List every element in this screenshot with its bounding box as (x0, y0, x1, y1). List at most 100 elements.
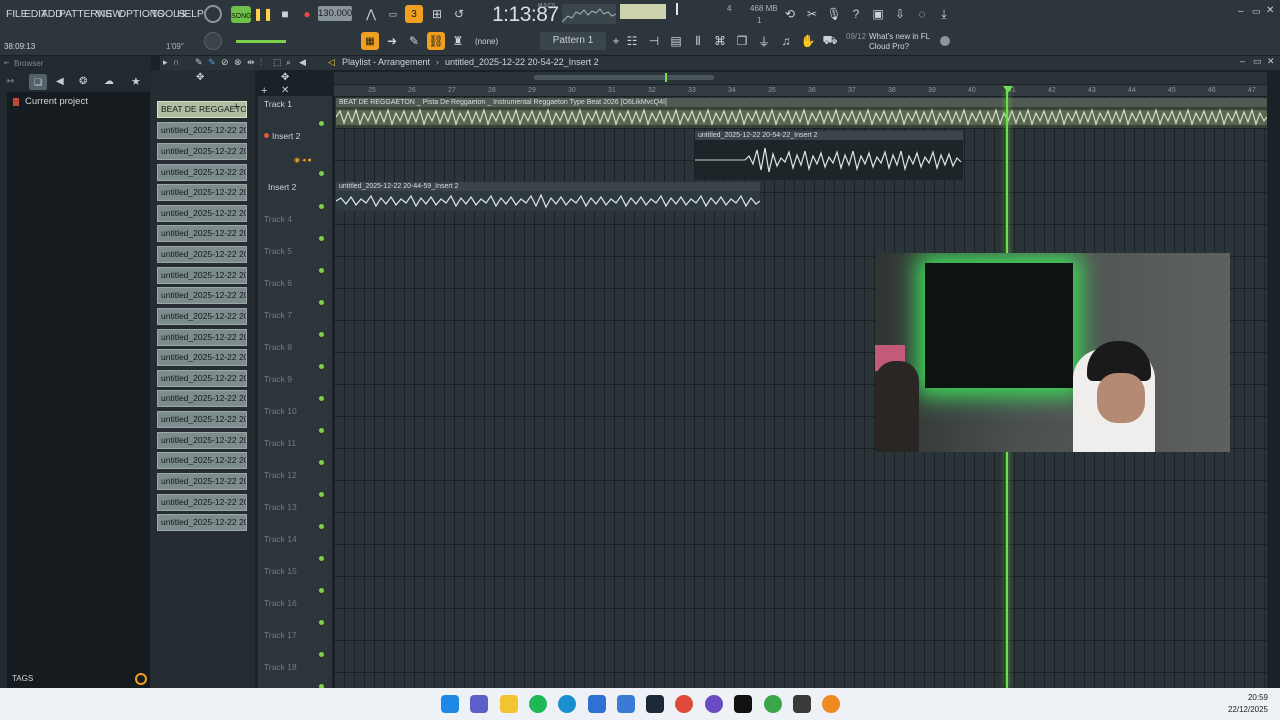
teams-icon[interactable] (470, 695, 488, 713)
wait-input-icon[interactable]: ▭ (384, 5, 402, 23)
track-enable-dot[interactable] (319, 396, 324, 401)
blend-notes-icon[interactable]: ⊞ (428, 5, 446, 23)
track-enable-dot[interactable] (319, 524, 324, 529)
remove-track-icon[interactable]: ✕ (281, 85, 289, 96)
clip-item[interactable]: untitled_2025-12-22 20-... (157, 329, 247, 346)
stamp-icon[interactable]: ♜ (449, 32, 467, 50)
pencil-icon[interactable]: ✎ (405, 32, 423, 50)
recording-knob-icon[interactable] (204, 5, 222, 23)
clip-item[interactable]: untitled_2025-12-22 20-... (157, 432, 247, 449)
clip-item[interactable]: untitled_2025-12-22 20-... (157, 164, 247, 181)
current-project-item[interactable]: Current project (25, 96, 88, 107)
scroll-thumb[interactable] (534, 75, 714, 80)
mute-tool-icon[interactable]: ⊗ (234, 57, 242, 68)
microphone-icon[interactable]: 🎙 (825, 5, 843, 23)
record-arm-icon[interactable] (264, 133, 269, 138)
playlist-icon[interactable]: ▦ (361, 32, 379, 50)
track-enable-dot[interactable] (319, 364, 324, 369)
mixer-icon[interactable]: ☷ (623, 32, 641, 50)
track-enable-dot[interactable] (319, 236, 324, 241)
track-label[interactable]: Track 5 (264, 246, 292, 256)
track-enable-dot[interactable] (319, 428, 324, 433)
faders-icon[interactable]: ⫴ (689, 32, 707, 50)
track-label[interactable]: Track 16 (264, 598, 297, 608)
clip-item[interactable]: untitled_2025-12-22 20-... (157, 514, 247, 531)
record-icon[interactable]: ● (298, 5, 316, 23)
clip-item[interactable]: untitled_2025-12-22 20-... (157, 267, 247, 284)
clip-item[interactable]: untitled_2025-12-22 20-... (157, 287, 247, 304)
loop-record-icon[interactable]: ↺ (450, 5, 468, 23)
files-icon[interactable]: ❏ (29, 74, 47, 90)
news-text[interactable]: What's new in FL Cloud Pro? (846, 32, 936, 52)
clip-item[interactable]: untitled_2025-12-22 20-... (157, 205, 247, 222)
master-volume-slider[interactable] (236, 40, 286, 43)
arrange-icon[interactable]: ✥ (196, 72, 204, 83)
clip-item[interactable]: untitled_2025-12-22 20-... (157, 184, 247, 201)
clip-item[interactable]: untitled_2025-12-22 20-... (157, 122, 247, 139)
track-enable-dot[interactable] (319, 121, 324, 126)
track-enable-dot[interactable] (319, 268, 324, 273)
speaker-icon[interactable]: ◀ (56, 76, 64, 87)
timeline-ruler[interactable]: 25 26 27 28 29 30 31 32 33 34 35 36 37 3… (334, 85, 1267, 96)
audio-clip-beat-waveform[interactable] (336, 107, 1267, 128)
clip-item[interactable]: untitled_2025-12-22 20-... (157, 246, 247, 263)
select-tool-icon[interactable]: ⬚ (273, 57, 282, 68)
metronome-icon[interactable]: ⋀ (362, 5, 380, 23)
track-enable-dot[interactable] (319, 300, 324, 305)
clip-item[interactable]: untitled_2025-12-22 20-... (157, 308, 247, 325)
steam-icon[interactable] (646, 695, 664, 713)
slip-tool-icon[interactable]: ⇹ (247, 57, 255, 68)
track-label[interactable]: Track 9 (264, 374, 292, 384)
spotify-icon[interactable] (529, 695, 547, 713)
chrome-profile-icon[interactable] (764, 695, 782, 713)
playhead-marker-icon[interactable] (1003, 86, 1013, 93)
track-label[interactable]: Track 18 (264, 662, 297, 672)
minimize-icon[interactable]: – (1238, 6, 1244, 17)
clip-item[interactable]: untitled_2025-12-22 20-... (157, 143, 247, 160)
slice-tool-icon[interactable]: ⫶ (260, 57, 262, 68)
track-monitor-icon[interactable]: ◉ ◂ ● (294, 156, 312, 164)
clip-item[interactable]: untitled_2025-12-22 20-... (157, 494, 247, 511)
help-icon[interactable]: ? (847, 5, 865, 23)
plugin-icon[interactable]: ❂ (79, 76, 87, 87)
clip-item[interactable]: untitled_2025-12-22 20-... (157, 225, 247, 242)
track-label[interactable]: Track 10 (264, 406, 297, 416)
track-label[interactable]: Track 13 (264, 502, 297, 512)
channel-rack-icon[interactable]: ⊣ (645, 32, 663, 50)
horizontal-scrollbar[interactable] (334, 72, 1267, 84)
tempo-display[interactable]: 130.000 (318, 6, 352, 21)
tree-icon[interactable]: ⌘ (711, 32, 729, 50)
audio-clip-insert-a-waveform[interactable] (695, 140, 963, 180)
maximize-icon[interactable]: ▭ (1252, 6, 1261, 17)
fl-studio-icon[interactable] (822, 695, 840, 713)
file-explorer-icon[interactable] (500, 695, 518, 713)
track-enable-dot[interactable] (319, 492, 324, 497)
audio-clip-beat-header[interactable]: BEAT DE REGGAETON _ Pista De Reggaeton _… (336, 98, 1267, 107)
playlist-maximize-icon[interactable]: ▭ (1253, 56, 1262, 67)
audio-clip-insert-a-header[interactable]: untitled_2025-12-22 20-54-22_Insert 2 (695, 131, 963, 140)
arrow-right-icon[interactable]: ➜ (383, 32, 401, 50)
menu-help[interactable]: HELP (177, 8, 204, 20)
track-enable-dot[interactable] (319, 171, 324, 176)
store-icon[interactable] (588, 695, 606, 713)
tiktok-icon[interactable] (734, 695, 752, 713)
playlist-close-icon[interactable]: ✕ (1267, 56, 1275, 67)
cart-icon[interactable]: ⛟ (821, 32, 839, 50)
track-label[interactable]: Track 15 (264, 566, 297, 576)
track-label[interactable]: Insert 2 (268, 182, 296, 192)
clip-item[interactable]: untitled_2025-12-22 20-... (157, 452, 247, 469)
zoom-tool-icon[interactable]: ⌕ (286, 57, 291, 68)
track-label[interactable]: Track 12 (264, 470, 297, 480)
clock-time[interactable]: 20:59 (1248, 693, 1268, 702)
undo-history-icon[interactable]: ⟲ (781, 5, 799, 23)
collapse-icon[interactable]: ⇿ (6, 76, 14, 87)
hand-icon[interactable]: ✋ (799, 32, 817, 50)
audio-clip-insert-b-header[interactable]: untitled_2025-12-22 20-44-59_Insert 2 (336, 182, 760, 191)
track-label[interactable]: Track 11 (264, 438, 296, 448)
clip-item[interactable]: untitled_2025-12-22 20-... (157, 473, 247, 490)
track-label[interactable]: Track 17 (264, 630, 297, 640)
playback-tool-icon[interactable]: ◀ (299, 57, 306, 68)
link-icon[interactable]: ⛓ (427, 32, 445, 50)
track-label[interactable]: Track 1 (264, 99, 292, 109)
capcut-icon[interactable] (793, 695, 811, 713)
